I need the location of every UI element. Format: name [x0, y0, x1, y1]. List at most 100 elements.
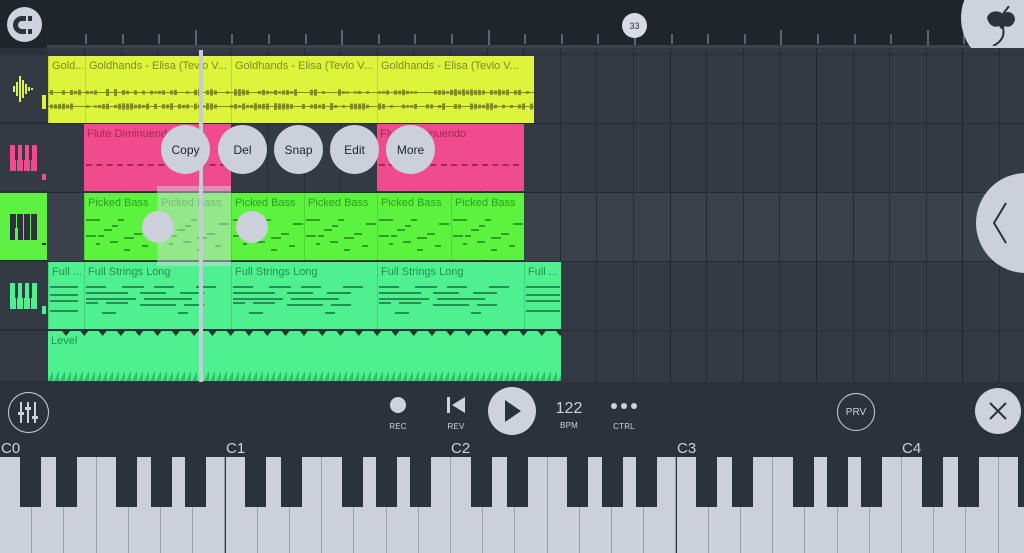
song-position-bubble[interactable]: 33	[622, 13, 647, 38]
piano-black-key[interactable]	[55, 457, 77, 507]
piano-black-key[interactable]	[696, 457, 718, 507]
mixer-button[interactable]	[8, 392, 49, 433]
waveform-peak	[278, 91, 281, 94]
rewind-button[interactable]: REV	[431, 396, 481, 431]
selection-handle-left[interactable]	[142, 211, 174, 243]
waveform-peak	[350, 103, 353, 110]
track-header-strings[interactable]	[0, 262, 47, 330]
record-button[interactable]: REC	[373, 396, 423, 431]
waveform-peak	[266, 103, 269, 110]
piano-black-key[interactable]	[792, 457, 814, 507]
automation-marker	[537, 331, 546, 336]
waveform-peak	[182, 104, 185, 109]
grid-line	[889, 48, 891, 382]
piano-black-key[interactable]	[567, 457, 589, 507]
delete-button[interactable]: Del	[218, 125, 267, 174]
snap-magnet-button[interactable]	[7, 7, 42, 42]
clip-label: Picked Bass	[455, 197, 516, 209]
note-line	[291, 298, 339, 300]
piano-black-key[interactable]	[827, 457, 849, 507]
piano-black-key[interactable]	[506, 457, 528, 507]
piano-black-key[interactable]	[921, 457, 943, 507]
automation-curve	[48, 331, 561, 381]
waveform-peak	[226, 91, 229, 94]
waveform-peak	[314, 103, 317, 110]
note-line	[379, 292, 409, 294]
piano-black-key[interactable]	[184, 457, 206, 507]
audio-clip[interactable]: Gold... Goldhands - Elisa (Tevlo V... Go…	[48, 56, 534, 123]
track-header-automation[interactable]	[0, 331, 47, 382]
piano-black-key[interactable]	[19, 457, 41, 507]
timeline-ruler[interactable]: 33	[0, 0, 1024, 48]
waveform-peak	[518, 89, 521, 96]
piano-black-key[interactable]	[116, 457, 138, 507]
note-line	[353, 233, 362, 235]
piano-black-key[interactable]	[341, 457, 363, 507]
copy-button[interactable]: Copy	[161, 125, 210, 174]
note-line	[98, 235, 104, 237]
note-line	[140, 292, 166, 294]
note-line	[343, 249, 350, 251]
waveform-peak	[442, 103, 445, 110]
note-line	[331, 225, 338, 227]
ruler-tick	[926, 30, 929, 45]
piano-keyboard[interactable]	[0, 457, 1024, 553]
note-line	[122, 286, 144, 288]
clip-label: Goldhands - Elisa (Tevlo V...	[235, 60, 373, 72]
piano-black-key[interactable]	[150, 457, 172, 507]
piano-black-key[interactable]	[1018, 457, 1024, 507]
track-header-bass[interactable]	[0, 193, 47, 261]
track-header-flute[interactable]	[0, 124, 47, 192]
piano-black-key[interactable]	[635, 457, 657, 507]
clip-segment[interactable]: Full Strings Long	[231, 262, 377, 329]
piano-black-key[interactable]	[470, 457, 492, 507]
note-line	[526, 294, 560, 296]
ruler-tick	[560, 34, 563, 44]
piano-black-key[interactable]	[957, 457, 979, 507]
waveform-peak	[474, 103, 477, 110]
edit-button[interactable]: Edit	[330, 125, 379, 174]
selection-handle-right[interactable]	[236, 211, 268, 243]
note-line	[484, 219, 491, 221]
piano-black-key[interactable]	[281, 457, 303, 507]
strings-clip-group[interactable]: Full ... Full Strings Long Full Strings …	[48, 262, 561, 329]
piano-black-key[interactable]	[732, 457, 754, 507]
more-button[interactable]: More	[386, 125, 435, 174]
playhead[interactable]	[199, 50, 203, 382]
note-line	[337, 219, 344, 221]
waveform-peak	[154, 103, 157, 110]
flute-clip[interactable]: Flute Diminuendo	[84, 124, 231, 191]
waveform-peak	[354, 103, 357, 110]
piano-black-key[interactable]	[861, 457, 883, 507]
note-line	[476, 241, 485, 243]
waveform-peak	[450, 89, 453, 96]
bpm-label: BPM	[560, 421, 578, 430]
track-header-audio[interactable]	[0, 55, 47, 123]
waveform-peak	[398, 90, 401, 95]
play-button[interactable]	[488, 387, 536, 435]
note-line	[270, 237, 281, 239]
clip-segment[interactable]: Full Strings Long	[377, 262, 524, 329]
clip-segment[interactable]: Picked Bass	[304, 193, 377, 260]
piano-black-key[interactable]	[245, 457, 267, 507]
waveform-peak	[194, 89, 197, 96]
piano-black-key[interactable]	[376, 457, 398, 507]
automation-clip[interactable]: Level	[48, 331, 561, 381]
tempo-button[interactable]: 122 BPM	[544, 400, 594, 430]
piano-black-key[interactable]	[601, 457, 623, 507]
clip-segment[interactable]: Full Strings Long	[84, 262, 231, 329]
close-piano-button[interactable]	[975, 388, 1021, 434]
preview-button[interactable]: PRV	[837, 393, 875, 431]
snap-button[interactable]: Snap	[274, 125, 323, 174]
piano-black-key[interactable]	[410, 457, 432, 507]
playlist-tracks: Gold... Goldhands - Elisa (Tevlo V... Go…	[0, 48, 1024, 382]
note-line	[134, 233, 142, 235]
note-line	[261, 292, 275, 294]
clip-segment[interactable]: Picked Bass	[451, 193, 524, 260]
grid-line	[852, 48, 854, 382]
controls-button[interactable]: CTRL	[599, 396, 649, 431]
transport-toolbar: REC REV 122 BPM CTRL PRV	[0, 382, 1024, 438]
waveform-peak	[402, 104, 405, 109]
clip-segment[interactable]: Picked Bass	[377, 193, 451, 260]
note-line	[526, 310, 560, 312]
